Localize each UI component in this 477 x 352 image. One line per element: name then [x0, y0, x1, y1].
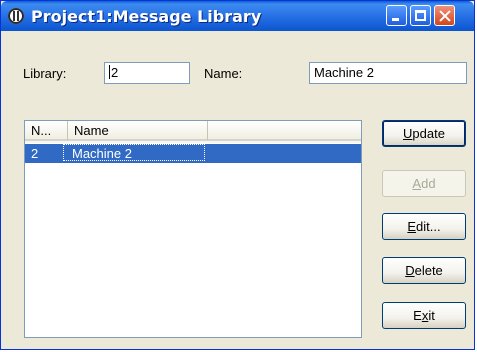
- delete-mnemonic: D: [405, 263, 415, 278]
- message-library-window: Project1:Message Library Library: 2 Name…: [0, 0, 475, 350]
- row-name: Machine 2: [63, 144, 205, 161]
- library-input[interactable]: 2: [104, 62, 190, 84]
- delete-label-post: elete: [414, 263, 443, 278]
- name-input[interactable]: Machine 2: [309, 62, 467, 84]
- edit-label-post: dit...: [416, 219, 441, 234]
- name-label: Name:: [204, 66, 243, 81]
- add-mnemonic: A: [412, 176, 422, 191]
- add-button[interactable]: Add: [382, 170, 466, 197]
- column-header-number[interactable]: N...: [25, 121, 68, 141]
- exit-label-post: it: [428, 308, 435, 323]
- update-button[interactable]: Update: [382, 120, 466, 147]
- row-number: 2: [31, 146, 39, 161]
- maximize-icon[interactable]: [410, 5, 431, 26]
- text-caret: [109, 65, 110, 79]
- name-input-value: Machine 2: [314, 65, 374, 80]
- update-mnemonic: U: [403, 126, 413, 141]
- minimize-icon[interactable]: [386, 5, 407, 26]
- add-label-post: dd: [421, 176, 436, 191]
- library-label: Library:: [23, 66, 67, 81]
- list-header: N... Name: [25, 121, 361, 143]
- exit-label-pre: E: [413, 308, 422, 323]
- edit-button[interactable]: Edit...: [382, 213, 466, 240]
- title-bar[interactable]: Project1:Message Library: [1, 1, 474, 31]
- close-icon[interactable]: [434, 5, 455, 26]
- column-header-name[interactable]: Name: [68, 121, 208, 141]
- window-title: Project1:Message Library: [31, 7, 262, 26]
- update-label-post: pdate: [412, 126, 445, 141]
- exit-button[interactable]: Exit: [382, 302, 466, 329]
- library-input-value: 2: [111, 65, 119, 80]
- app-icon[interactable]: [8, 8, 24, 24]
- column-header-filler: [208, 121, 361, 141]
- edit-mnemonic: E: [407, 219, 417, 234]
- delete-button[interactable]: Delete: [382, 257, 466, 284]
- message-list[interactable]: N... Name 2 Machine 2: [24, 120, 362, 338]
- list-row[interactable]: 2 Machine 2: [25, 144, 361, 163]
